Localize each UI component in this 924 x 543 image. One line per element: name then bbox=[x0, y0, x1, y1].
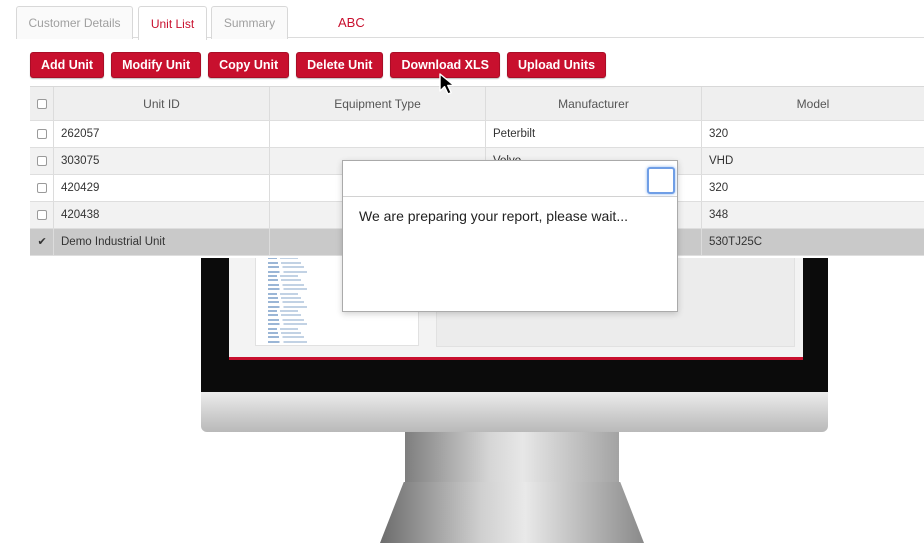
tab-customer-details[interactable]: Customer Details bbox=[16, 6, 133, 39]
arrow-cursor-icon bbox=[439, 73, 455, 95]
row-checkbox-checked[interactable]: ✔ bbox=[37, 237, 47, 248]
monitor-chin bbox=[201, 392, 828, 432]
monitor-tree-line bbox=[268, 270, 307, 273]
select-all-checkbox[interactable] bbox=[36, 98, 47, 109]
monitor-tree-line bbox=[268, 336, 304, 339]
cell-unit-id: 420438 bbox=[54, 202, 270, 228]
monitor-tree-line bbox=[268, 310, 298, 313]
row-checkbox-cell bbox=[30, 202, 54, 228]
cell-unit-id: 303075 bbox=[54, 148, 270, 174]
monitor-tree-line bbox=[268, 261, 301, 264]
table-row[interactable]: 262057 Peterbilt 320 bbox=[30, 121, 924, 148]
cell-model: 320 bbox=[709, 128, 729, 140]
cell-unit-id: 262057 bbox=[54, 121, 270, 147]
monitor-tree-line bbox=[268, 327, 298, 330]
delete-unit-button[interactable]: Delete Unit bbox=[296, 52, 384, 78]
monitor-tree-line bbox=[268, 332, 301, 335]
row-checkbox-cell bbox=[30, 175, 54, 201]
monitor-tree-line bbox=[268, 292, 298, 295]
monitor-tree-line bbox=[268, 314, 301, 317]
cell-model: 348 bbox=[709, 209, 729, 221]
add-unit-button[interactable]: Add Unit bbox=[30, 52, 105, 78]
monitor-tree-line bbox=[268, 318, 304, 321]
cell-equipment-type bbox=[270, 121, 486, 147]
monitor-stand-neck bbox=[405, 432, 619, 482]
monitor-tree-line bbox=[268, 279, 301, 282]
row-checkbox-cell bbox=[30, 121, 54, 147]
cell-unit-id: 420429 bbox=[54, 175, 270, 201]
column-header-unit-id[interactable]: Unit ID bbox=[54, 87, 270, 120]
dialog-close-button[interactable] bbox=[647, 167, 675, 194]
row-checkbox[interactable] bbox=[36, 183, 47, 193]
row-checkbox[interactable] bbox=[36, 129, 47, 139]
cell-manufacturer: Peterbilt bbox=[486, 121, 702, 147]
monitor-tree-line bbox=[268, 274, 298, 277]
cell-unit-id: Demo Industrial Unit bbox=[54, 229, 270, 255]
monitor-tree-line bbox=[268, 288, 307, 291]
select-all-cell bbox=[30, 87, 54, 120]
monitor-tree-line bbox=[268, 296, 301, 299]
table-header-row: Unit ID Equipment Type Manufacturer Mode… bbox=[30, 87, 924, 121]
page-title: ABC bbox=[338, 15, 365, 30]
cell-model: VHD bbox=[709, 155, 734, 167]
dialog-header bbox=[343, 161, 677, 197]
row-checkbox-cell: ✔ bbox=[30, 229, 54, 255]
monitor-tree-line bbox=[268, 340, 307, 343]
monitor-tree-line bbox=[268, 301, 304, 304]
cell-model: 320 bbox=[709, 182, 729, 194]
monitor-tree-line bbox=[268, 305, 307, 308]
copy-unit-button[interactable]: Copy Unit bbox=[208, 52, 290, 78]
monitor-tree-line bbox=[268, 266, 304, 269]
tab-bar: Customer Details Unit List Summary ABC bbox=[16, 0, 924, 40]
column-header-model[interactable]: Model bbox=[702, 87, 924, 120]
monitor-tree-line bbox=[268, 323, 307, 326]
report-progress-dialog: We are preparing your report, please wai… bbox=[342, 160, 678, 312]
tab-unit-list[interactable]: Unit List bbox=[138, 6, 207, 40]
column-header-manufacturer[interactable]: Manufacturer bbox=[486, 87, 702, 120]
monitor-stand-base bbox=[380, 482, 644, 543]
monitor-tree-line bbox=[268, 283, 304, 286]
cell-model: 530TJ25C bbox=[709, 236, 763, 248]
modify-unit-button[interactable]: Modify Unit bbox=[111, 52, 202, 78]
upload-units-button[interactable]: Upload Units bbox=[506, 52, 607, 78]
row-checkbox[interactable] bbox=[36, 156, 47, 166]
row-checkbox-cell bbox=[30, 148, 54, 174]
row-checkbox[interactable] bbox=[36, 210, 47, 220]
dialog-message: We are preparing your report, please wai… bbox=[359, 208, 628, 224]
tab-summary[interactable]: Summary bbox=[211, 6, 288, 39]
toolbar: Add Unit Modify Unit Copy Unit Delete Un… bbox=[30, 52, 613, 78]
